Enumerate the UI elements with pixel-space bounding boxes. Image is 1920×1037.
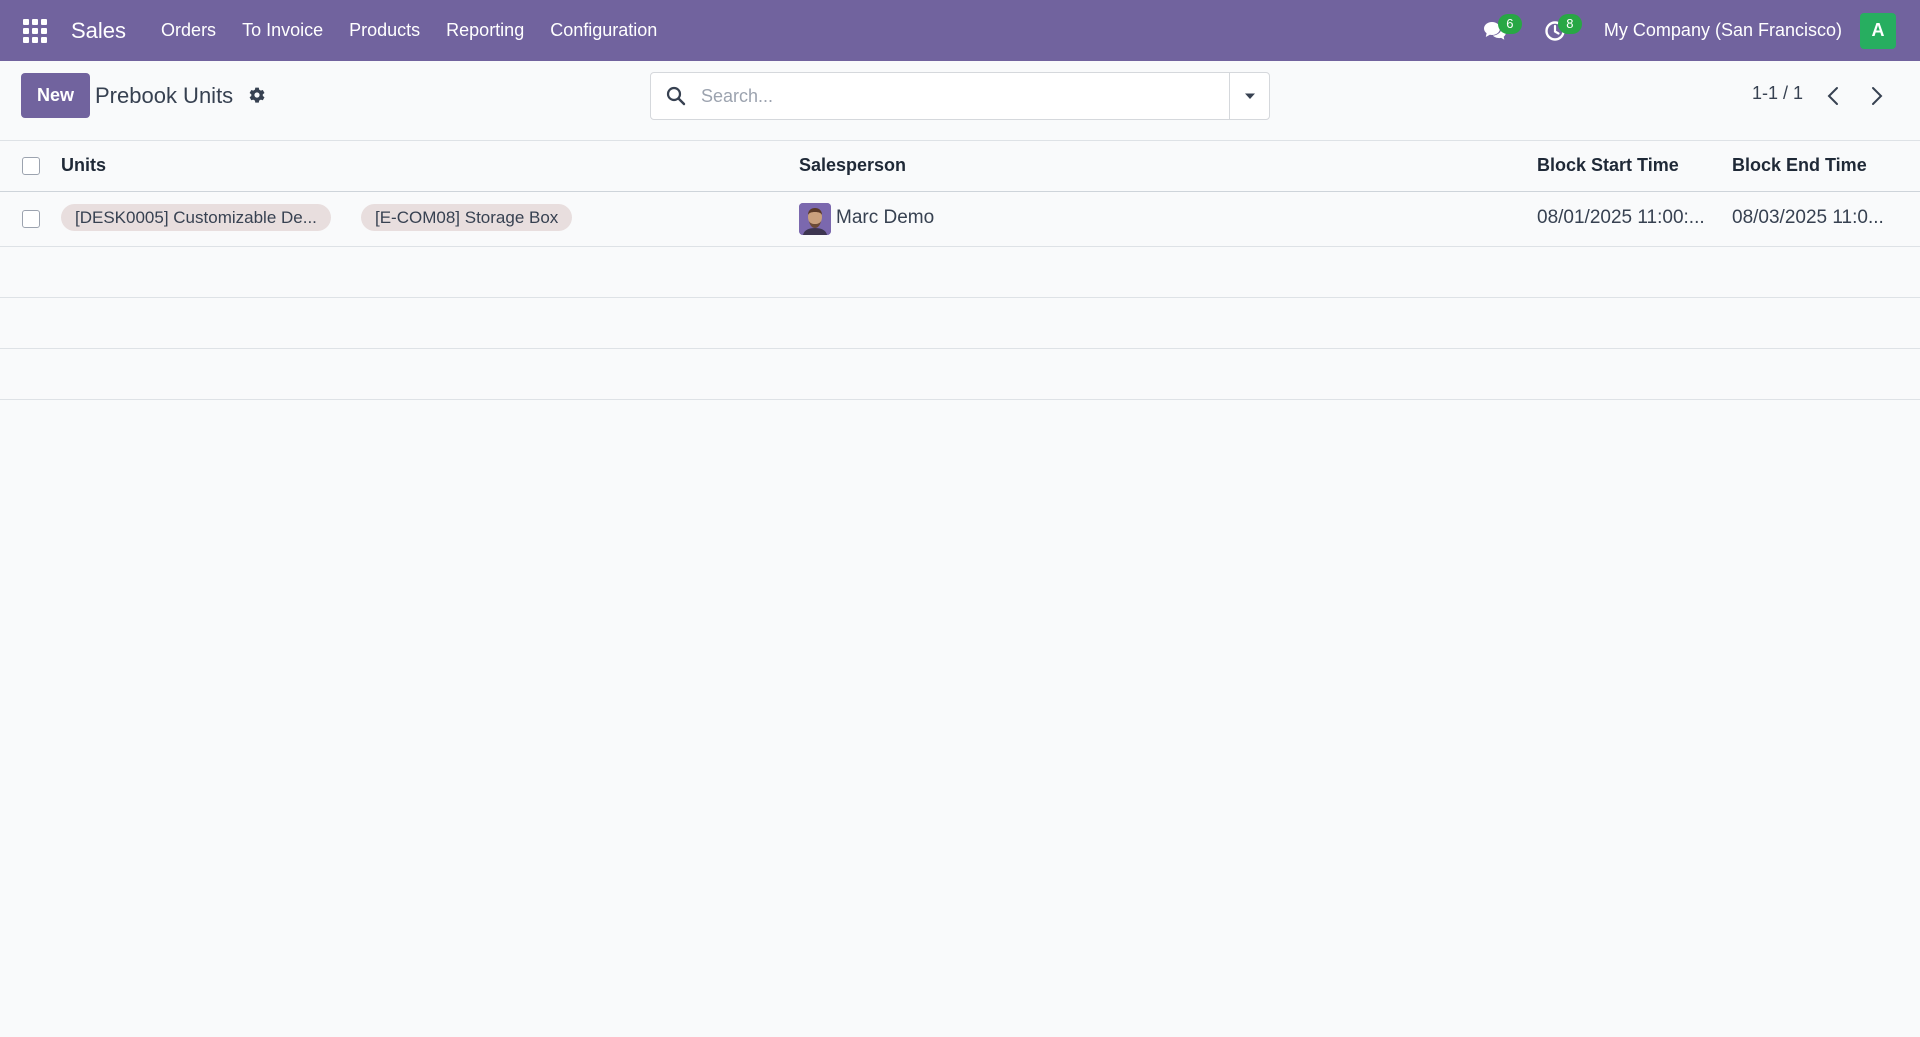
- column-header-block-end[interactable]: Block End Time: [1732, 155, 1867, 176]
- search-input[interactable]: [701, 73, 1229, 119]
- menu-products[interactable]: Products: [336, 0, 433, 61]
- activities-count-badge: 8: [1557, 14, 1582, 34]
- unit-tag[interactable]: [DESK0005] Customizable De...: [61, 204, 331, 231]
- column-header-block-start[interactable]: Block Start Time: [1537, 155, 1679, 176]
- activities-button[interactable]: 8: [1532, 0, 1582, 61]
- table-header: Units Salesperson Block Start Time Block…: [0, 141, 1920, 192]
- top-navbar: Sales Orders To Invoice Products Reporti…: [0, 0, 1920, 61]
- list-view: Units Salesperson Block Start Time Block…: [0, 141, 1920, 400]
- salesperson-name: Marc Demo: [836, 207, 935, 228]
- new-button[interactable]: New: [21, 73, 90, 118]
- block-end-time: 08/03/2025 11:0...: [1732, 207, 1884, 228]
- messages-button[interactable]: 6: [1472, 0, 1522, 61]
- pager-previous-button[interactable]: [1818, 81, 1848, 111]
- block-start-time: 08/01/2025 11:00:...: [1537, 207, 1705, 228]
- chevron-left-icon: [1827, 87, 1838, 105]
- unit-tag[interactable]: [E-COM08] Storage Box: [361, 204, 573, 231]
- chevron-right-icon: [1872, 87, 1883, 105]
- page-title: Prebook Units: [95, 83, 234, 108]
- row-checkbox[interactable]: [22, 210, 40, 228]
- app-name[interactable]: Sales: [63, 0, 134, 61]
- apps-grid-icon: [23, 18, 47, 43]
- select-all-checkbox[interactable]: [22, 157, 40, 175]
- company-switcher[interactable]: My Company (San Francisco): [1604, 20, 1842, 41]
- table-row[interactable]: [DESK0005] Customizable De... [E-COM08] …: [0, 192, 1920, 247]
- control-panel: New Prebook Units 1-1 / 1: [0, 61, 1920, 141]
- menu-reporting[interactable]: Reporting: [433, 0, 537, 61]
- search-bar: [650, 72, 1270, 120]
- search-options-toggle[interactable]: [1229, 73, 1269, 119]
- menu-to-invoice[interactable]: To Invoice: [229, 0, 336, 61]
- caret-down-icon: [1244, 93, 1255, 99]
- pager-next-button[interactable]: [1862, 81, 1892, 111]
- pager-value[interactable]: 1-1 / 1: [1752, 83, 1803, 104]
- menu-orders[interactable]: Orders: [148, 0, 229, 61]
- gear-icon[interactable]: [247, 85, 267, 105]
- empty-row: [0, 247, 1920, 298]
- empty-row: [0, 298, 1920, 349]
- user-avatar[interactable]: A: [1860, 12, 1896, 49]
- app-menu-button[interactable]: [0, 0, 70, 61]
- salesperson-avatar: [799, 203, 831, 235]
- empty-row: [0, 349, 1920, 400]
- messages-count-badge: 6: [1497, 14, 1522, 34]
- search-icon: [651, 73, 701, 119]
- menu-configuration[interactable]: Configuration: [537, 0, 670, 61]
- column-header-units[interactable]: Units: [61, 155, 106, 176]
- column-header-salesperson[interactable]: Salesperson: [799, 155, 906, 176]
